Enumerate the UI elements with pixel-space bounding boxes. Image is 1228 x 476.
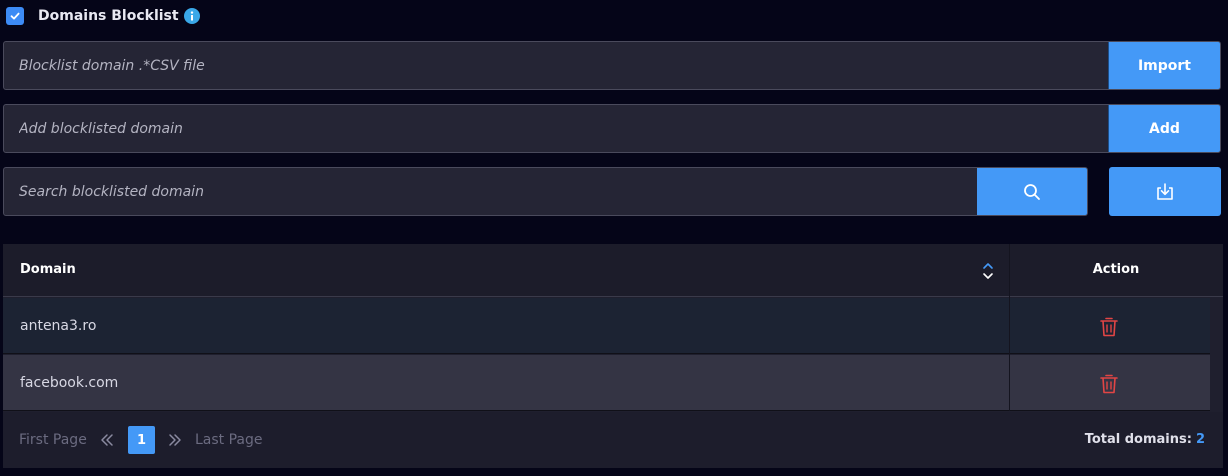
info-icon[interactable] [183, 8, 200, 24]
blocklist-header: Domains Blocklist [6, 6, 200, 26]
csv-file-input[interactable] [4, 42, 1108, 89]
trash-icon[interactable] [1100, 373, 1118, 394]
first-page-link[interactable]: First Page [19, 432, 87, 448]
total-count: 2 [1195, 432, 1205, 447]
table-row: facebook.com [3, 355, 1210, 411]
table-header: Domain Action [3, 244, 1223, 297]
search-input[interactable] [4, 168, 977, 215]
pagination-bar: First Page 1 Last Page Total domains: 2 [3, 412, 1223, 468]
double-chevron-right-icon[interactable] [167, 432, 183, 448]
search-button[interactable] [977, 168, 1087, 215]
domain-cell: antena3.ro [20, 318, 97, 334]
column-header-action: Action [1092, 262, 1140, 277]
table-row: antena3.ro [3, 298, 1210, 354]
column-header-domain[interactable]: Domain [20, 262, 76, 277]
import-row: Import [3, 41, 1221, 90]
double-chevron-left-icon[interactable] [99, 432, 115, 448]
download-button[interactable] [1109, 167, 1221, 216]
trash-icon[interactable] [1100, 316, 1118, 337]
add-button[interactable]: Add [1108, 105, 1220, 152]
download-icon [1157, 182, 1173, 200]
check-icon [10, 12, 20, 20]
domain-cell: facebook.com [20, 375, 119, 391]
total-label: Total domains: [1084, 432, 1192, 447]
total-domains: Total domains: 2 [1085, 432, 1205, 447]
sort-icon[interactable] [981, 260, 995, 282]
search-row [3, 167, 1088, 216]
search-icon [1024, 183, 1040, 200]
add-domain-input[interactable] [4, 105, 1108, 152]
add-row: Add [3, 104, 1221, 153]
last-page-link[interactable]: Last Page [195, 432, 263, 448]
import-button[interactable]: Import [1108, 42, 1220, 89]
current-page-button[interactable]: 1 [128, 426, 155, 454]
blocklist-enable-checkbox[interactable] [6, 7, 24, 25]
column-divider [1009, 244, 1010, 411]
blocklist-table: Domain Action antena3.ro facebook.com Fi… [3, 244, 1223, 468]
page-title: Domains Blocklist [38, 8, 179, 24]
